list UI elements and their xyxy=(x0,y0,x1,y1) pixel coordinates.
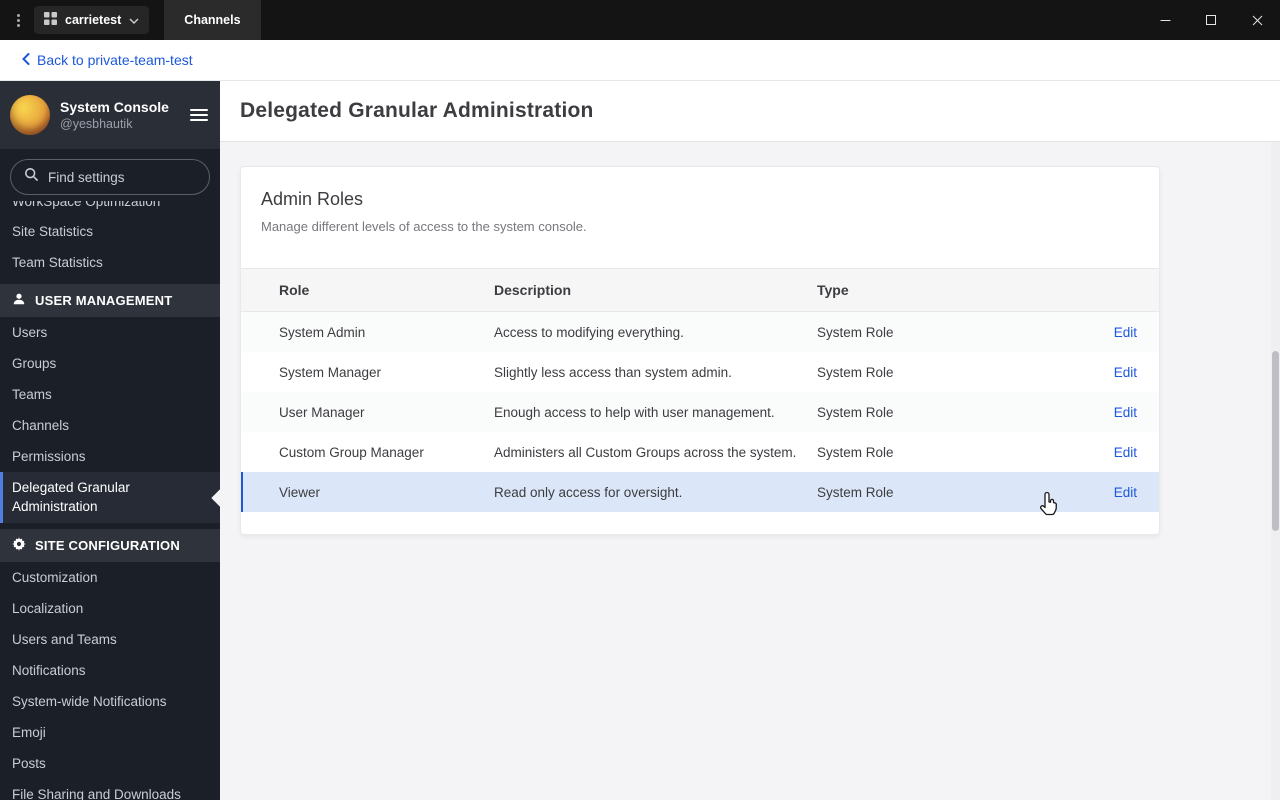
card-title: Admin Roles xyxy=(261,189,364,209)
main-content: Delegated Granular Administration Admin … xyxy=(220,81,1280,800)
back-link[interactable]: Back to private-team-test xyxy=(22,52,193,68)
card-subtitle: Manage different levels of access to the… xyxy=(261,219,587,234)
sidebar-header: System Console @yesbhautik xyxy=(0,81,220,149)
cell-role: System Admin xyxy=(279,324,366,340)
table-header-row: Role Description Type xyxy=(241,268,1159,312)
cell-description: Slightly less access than system admin. xyxy=(494,364,732,380)
cell-type: System Role xyxy=(817,324,894,340)
sidebar-item-users-and-teams[interactable]: Users and Teams xyxy=(0,624,220,655)
edit-link[interactable]: Edit xyxy=(1114,405,1137,420)
chevron-left-icon xyxy=(22,52,30,68)
sidebar-item-teams[interactable]: Teams xyxy=(0,379,220,410)
sidebar-item-delegated-granular-administration[interactable]: Delegated Granular Administration xyxy=(0,472,220,523)
maximize-icon xyxy=(1206,15,1216,25)
cell-role: Custom Group Manager xyxy=(279,444,424,460)
minimize-icon xyxy=(1160,19,1170,21)
column-header-type: Type xyxy=(817,282,849,298)
edit-link[interactable]: Edit xyxy=(1114,445,1137,460)
window-titlebar: carrietest Channels xyxy=(0,0,1280,40)
selected-item-notch xyxy=(211,488,220,507)
sidebar-item-customization[interactable]: Customization xyxy=(0,562,220,593)
table-row-system-manager[interactable]: System Manager Slightly less access than… xyxy=(241,352,1159,392)
table-row-user-manager[interactable]: User Manager Enough access to help with … xyxy=(241,392,1159,432)
cell-role: User Manager xyxy=(279,404,365,420)
server-grid-icon xyxy=(44,12,57,28)
avatar xyxy=(10,95,50,135)
admin-roles-card: Admin Roles Manage different levels of a… xyxy=(240,166,1160,535)
sidebar-username: @yesbhautik xyxy=(60,116,133,131)
sidebar-item-emoji[interactable]: Emoji xyxy=(0,717,220,748)
cell-description: Read only access for oversight. xyxy=(494,484,683,500)
sidebar-item-workspace-optimization[interactable]: WorkSpace Optimization xyxy=(0,201,220,216)
edit-link[interactable]: Edit xyxy=(1114,365,1137,380)
cell-role: Viewer xyxy=(279,484,321,500)
sidebar-item-channels[interactable]: Channels xyxy=(0,410,220,441)
chevron-down-icon xyxy=(129,13,139,27)
scrollbar-track[interactable] xyxy=(1271,142,1280,800)
sidebar-item-notifications[interactable]: Notifications xyxy=(0,655,220,686)
cell-role: System Manager xyxy=(279,364,382,380)
gear-icon xyxy=(12,537,26,554)
sidebar-item-localization[interactable]: Localization xyxy=(0,593,220,624)
sidebar-item-posts[interactable]: Posts xyxy=(0,748,220,779)
cell-type: System Role xyxy=(817,364,894,380)
maximize-button[interactable] xyxy=(1188,0,1234,40)
search-pill[interactable] xyxy=(10,159,210,195)
server-name: carrietest xyxy=(65,13,122,27)
cell-type: System Role xyxy=(817,444,894,460)
sidebar-section-user-management: USER MANAGEMENT xyxy=(0,284,220,317)
table-row-viewer[interactable]: Viewer Read only access for oversight. S… xyxy=(241,472,1159,512)
sidebar-section-site-configuration: SITE CONFIGURATION xyxy=(0,529,220,562)
sidebar-item-site-statistics[interactable]: Site Statistics xyxy=(0,216,220,247)
app-menu-dots-icon[interactable] xyxy=(0,13,34,27)
cell-description: Enough access to help with user manageme… xyxy=(494,404,775,420)
edit-link[interactable]: Edit xyxy=(1114,325,1137,340)
page-header: Delegated Granular Administration xyxy=(220,81,1280,142)
edit-link[interactable]: Edit xyxy=(1114,485,1137,500)
column-header-description: Description xyxy=(494,282,572,298)
cell-description: Administers all Custom Groups across the… xyxy=(494,444,797,460)
back-bar: Back to private-team-test xyxy=(0,40,1280,81)
cell-type: System Role xyxy=(817,404,894,420)
sidebar-item-permissions[interactable]: Permissions xyxy=(0,441,220,472)
sidebar-search xyxy=(0,149,220,201)
sidebar-title: System Console xyxy=(60,98,169,115)
sidebar-item-file-sharing-and-downloads[interactable]: File Sharing and Downloads xyxy=(0,779,220,800)
sidebar-nav: WorkSpace Optimization Site Statistics T… xyxy=(0,201,220,800)
column-header-role: Role xyxy=(279,282,310,298)
page-title: Delegated Granular Administration xyxy=(240,99,594,122)
table-row-custom-group-manager[interactable]: Custom Group Manager Administers all Cus… xyxy=(241,432,1159,472)
close-button[interactable] xyxy=(1234,0,1280,40)
cell-type: System Role xyxy=(817,484,894,500)
search-input[interactable] xyxy=(48,169,196,185)
close-icon xyxy=(1252,15,1262,25)
sidebar-item-system-wide-notifications[interactable]: System-wide Notifications xyxy=(0,686,220,717)
tab-channels[interactable]: Channels xyxy=(164,0,261,40)
table-row-system-admin[interactable]: System Admin Access to modifying everyth… xyxy=(241,312,1159,352)
system-console-sidebar: System Console @yesbhautik WorkSpace Opt… xyxy=(0,81,220,800)
sidebar-item-groups[interactable]: Groups xyxy=(0,348,220,379)
search-icon xyxy=(24,167,39,187)
user-icon xyxy=(12,292,26,309)
hamburger-menu-icon[interactable] xyxy=(190,105,208,125)
sidebar-item-team-statistics[interactable]: Team Statistics xyxy=(0,247,220,278)
server-switcher[interactable]: carrietest xyxy=(34,6,150,34)
minimize-button[interactable] xyxy=(1142,0,1188,40)
cell-description: Access to modifying everything. xyxy=(494,324,684,340)
scrollbar-thumb[interactable] xyxy=(1272,351,1279,531)
sidebar-item-users[interactable]: Users xyxy=(0,317,220,348)
